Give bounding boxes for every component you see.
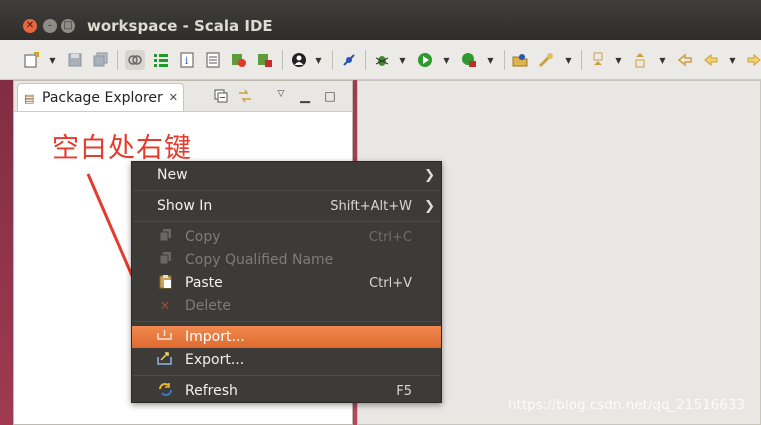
menu-item-label: Refresh bbox=[185, 383, 238, 399]
chevron-down-icon[interactable]: ▼ bbox=[614, 51, 623, 69]
chevron-down-icon[interactable]: ▼ bbox=[658, 51, 667, 69]
menu-item-shortcut: Shift+Alt+W bbox=[330, 198, 412, 214]
debug-icon[interactable] bbox=[373, 51, 391, 69]
menu-item-label: Export... bbox=[185, 352, 245, 368]
svg-text:i: i bbox=[185, 56, 188, 67]
close-icon[interactable]: ✕ bbox=[169, 91, 178, 104]
delete-icon: ✕ bbox=[159, 298, 171, 314]
outline-icon[interactable] bbox=[152, 51, 170, 69]
collapse-all-icon[interactable] bbox=[213, 89, 229, 105]
run-external-tool-icon[interactable] bbox=[460, 51, 478, 69]
menu-item-shortcut: Ctrl+C bbox=[368, 229, 412, 245]
menu-item-import[interactable]: Import... bbox=[132, 326, 441, 348]
title-bar: ✕ – □ workspace - Scala IDE bbox=[0, 0, 761, 40]
window-maximize-button[interactable]: □ bbox=[61, 19, 75, 33]
open-type-icon[interactable] bbox=[511, 51, 529, 69]
last-edit-location-icon[interactable] bbox=[676, 51, 694, 69]
back-icon[interactable] bbox=[702, 51, 720, 69]
menu-item-show-in[interactable]: Show In Shift+Alt+W ❯ bbox=[132, 195, 441, 217]
menu-item-label: Copy Qualified Name bbox=[185, 252, 334, 268]
save-all-icon[interactable] bbox=[92, 51, 110, 69]
menu-item-label: Paste bbox=[185, 275, 223, 291]
link-with-editor-icon[interactable] bbox=[125, 50, 145, 70]
submenu-arrow-icon: ❯ bbox=[424, 198, 435, 214]
next-annotation-icon[interactable] bbox=[589, 51, 607, 69]
main-toolbar: ▼ i ▼ ▼ ▼ ▼ ▼ ▼ ▼ ▼ bbox=[0, 40, 761, 80]
view-tab-bar: ▤ Package Explorer ✕ ▽ ▁ □ bbox=[14, 81, 352, 112]
new-scala-project-icon[interactable] bbox=[230, 51, 248, 69]
forward-icon[interactable] bbox=[745, 51, 761, 69]
menu-item-label: New bbox=[157, 167, 188, 183]
menu-item-refresh[interactable]: Refresh F5 bbox=[132, 380, 441, 402]
menu-item-paste[interactable]: Paste Ctrl+V bbox=[132, 272, 441, 294]
watermark: https://blog.csdn.net/qq_21516633 bbox=[508, 397, 746, 413]
chevron-down-icon[interactable]: ▼ bbox=[398, 51, 407, 69]
info-icon[interactable]: i bbox=[178, 51, 196, 69]
import-icon bbox=[156, 329, 174, 345]
context-menu: New ❯ Show In Shift+Alt+W ❯ Copy Ctrl+C … bbox=[131, 161, 442, 403]
chevron-down-icon[interactable]: ▼ bbox=[728, 51, 737, 69]
chevron-down-icon[interactable]: ▼ bbox=[314, 51, 323, 69]
paste-icon bbox=[156, 274, 174, 293]
search-icon[interactable] bbox=[537, 51, 555, 69]
copy-icon bbox=[156, 228, 174, 246]
skip-breakpoints-icon[interactable] bbox=[340, 51, 358, 69]
link-editor-icon[interactable] bbox=[237, 89, 253, 105]
new-wizard-icon[interactable] bbox=[23, 51, 41, 69]
menu-item-export[interactable]: Export... bbox=[132, 349, 441, 371]
window-minimize-button[interactable]: – bbox=[43, 19, 57, 33]
window-close-button[interactable]: ✕ bbox=[23, 19, 37, 33]
previous-annotation-icon[interactable] bbox=[631, 51, 649, 69]
menu-item-label: Delete bbox=[185, 298, 231, 314]
package-explorer-icon: ▤ bbox=[24, 91, 35, 105]
tab-label: Package Explorer bbox=[42, 89, 163, 106]
run-icon[interactable] bbox=[416, 51, 434, 69]
chevron-down-icon[interactable]: ▼ bbox=[442, 51, 451, 69]
refresh-icon bbox=[156, 382, 174, 401]
menu-item-label: Import... bbox=[185, 329, 245, 345]
annotation-text: 空白处右键 bbox=[52, 133, 192, 164]
maximize-view-icon[interactable]: □ bbox=[322, 89, 338, 105]
minimize-view-icon[interactable]: ▁ bbox=[297, 89, 313, 105]
menu-item-label: Show In bbox=[157, 198, 213, 214]
chevron-down-icon[interactable]: ▼ bbox=[564, 51, 573, 69]
save-icon[interactable] bbox=[66, 51, 84, 69]
export-icon bbox=[156, 351, 174, 369]
menu-item-copy-qualified-name[interactable]: Copy Qualified Name bbox=[132, 249, 441, 271]
view-menu-icon[interactable]: ▽ bbox=[273, 89, 289, 105]
menu-item-delete[interactable]: ✕ Delete bbox=[132, 295, 441, 317]
chevron-down-icon[interactable]: ▼ bbox=[48, 51, 57, 69]
new-scala-object-icon[interactable] bbox=[256, 51, 274, 69]
task-list-icon[interactable] bbox=[204, 51, 222, 69]
menu-item-label: Copy bbox=[185, 229, 221, 245]
tab-package-explorer[interactable]: ▤ Package Explorer ✕ bbox=[17, 83, 184, 111]
menu-item-shortcut: Ctrl+V bbox=[369, 275, 412, 291]
user-icon[interactable] bbox=[290, 51, 308, 69]
submenu-arrow-icon: ❯ bbox=[424, 167, 435, 183]
copy-qualified-name-icon bbox=[156, 251, 174, 269]
menu-item-new[interactable]: New ❯ bbox=[132, 164, 441, 186]
menu-item-shortcut: F5 bbox=[396, 383, 412, 399]
window-title: workspace - Scala IDE bbox=[87, 17, 273, 35]
chevron-down-icon[interactable]: ▼ bbox=[486, 51, 495, 69]
menu-item-copy[interactable]: Copy Ctrl+C bbox=[132, 226, 441, 248]
